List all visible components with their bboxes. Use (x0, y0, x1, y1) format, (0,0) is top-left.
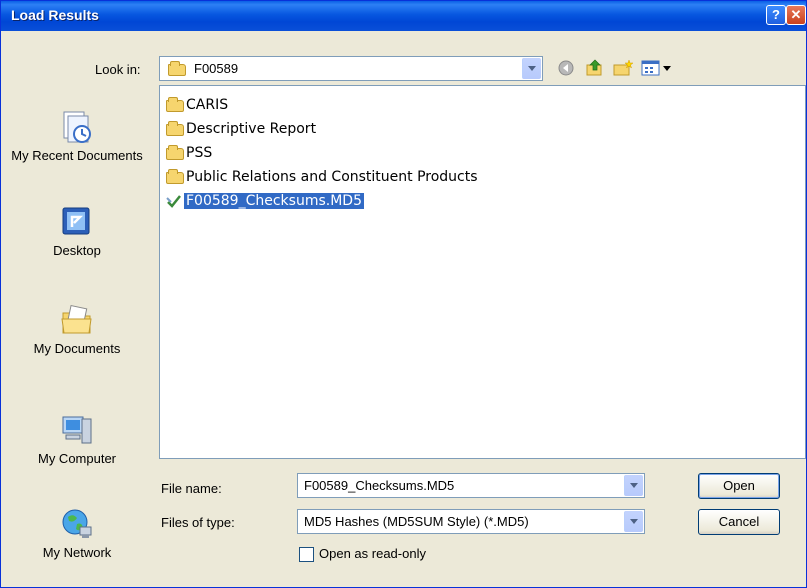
view-menu-icon[interactable] (641, 59, 675, 77)
places-bar: My Recent Documents Desktop My Documents… (7, 85, 147, 587)
files-of-type-dropdown[interactable]: MD5 Hashes (MD5SUM Style) (*.MD5) (297, 509, 645, 534)
chevron-down-icon[interactable] (624, 511, 643, 532)
folder-icon (166, 145, 184, 160)
list-item-label: CARIS (186, 97, 229, 113)
cancel-button[interactable]: Cancel (698, 509, 780, 535)
file-name-input[interactable]: F00589_Checksums.MD5 (297, 473, 645, 498)
files-of-type-label: Files of type: (161, 515, 235, 530)
md5-file-icon (166, 193, 182, 209)
file-list[interactable]: CARIS Descriptive Report PSS Public Rela… (159, 85, 806, 459)
title-bar[interactable]: Load Results ? ✕ (1, 1, 806, 31)
desktop-icon (60, 205, 94, 239)
folder-icon (166, 121, 184, 136)
look-in-label: Look in: (95, 62, 141, 77)
open-button[interactable]: Open (698, 473, 780, 499)
place-my-documents[interactable]: My Documents (7, 303, 147, 357)
place-desktop[interactable]: Desktop (7, 205, 147, 259)
my-network-icon (60, 507, 94, 541)
folder-icon (168, 61, 186, 76)
file-name-label: File name: (161, 481, 222, 496)
list-item-label: F00589_Checksums.MD5 (184, 193, 364, 209)
list-item-label: Public Relations and Constituent Product… (186, 169, 478, 185)
up-one-level-icon[interactable] (585, 59, 605, 77)
load-results-dialog: Load Results ? ✕ Look in: F00589 My Rece… (0, 0, 807, 588)
new-folder-icon[interactable] (613, 59, 634, 77)
place-my-network[interactable]: My Network (7, 507, 147, 561)
folder-icon (166, 169, 184, 184)
chevron-down-icon[interactable] (624, 475, 643, 496)
place-label: My Recent Documents (11, 148, 143, 163)
file-name-value: F00589_Checksums.MD5 (304, 478, 455, 493)
place-label: My Computer (37, 451, 117, 466)
recent-documents-icon (60, 110, 94, 144)
look-in-value: F00589 (194, 61, 239, 76)
back-icon[interactable] (557, 59, 577, 77)
my-computer-icon (60, 413, 94, 447)
read-only-checkbox[interactable] (299, 547, 314, 562)
place-label: My Network (42, 545, 112, 560)
window-title: Load Results (11, 7, 99, 23)
read-only-label: Open as read-only (319, 546, 426, 561)
my-documents-icon (60, 303, 94, 337)
place-label: My Documents (33, 341, 121, 356)
place-label: Desktop (53, 243, 101, 258)
list-item-label: Descriptive Report (186, 121, 317, 137)
folder-icon (166, 97, 184, 112)
chevron-down-icon[interactable] (522, 58, 541, 79)
look-in-dropdown[interactable]: F00589 (159, 56, 543, 81)
help-button[interactable]: ? (766, 5, 786, 25)
list-item-label: PSS (186, 145, 213, 161)
place-recent-documents[interactable]: My Recent Documents (7, 110, 147, 164)
close-button[interactable]: ✕ (786, 5, 806, 25)
place-my-computer[interactable]: My Computer (7, 413, 147, 467)
files-of-type-value: MD5 Hashes (MD5SUM Style) (*.MD5) (304, 514, 529, 529)
